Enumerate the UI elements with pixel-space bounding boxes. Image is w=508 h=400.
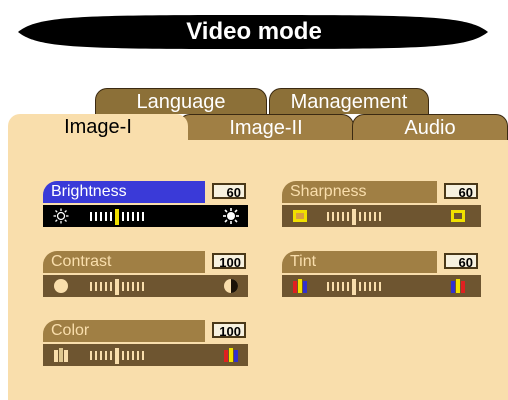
color-header: Color	[43, 320, 205, 342]
brightness-label: Brightness	[51, 183, 127, 200]
tab-language[interactable]: Language	[95, 88, 267, 114]
contrast-slider[interactable]	[43, 275, 248, 297]
contrast-track	[90, 279, 144, 295]
contrast-value: 100	[212, 253, 246, 270]
brightness-header: Brightness	[43, 181, 205, 203]
color-slider[interactable]	[43, 344, 248, 366]
tint-right-icon	[451, 279, 465, 293]
slider-cursor[interactable]	[352, 279, 356, 295]
sun-bright-icon	[223, 208, 239, 224]
tab-management-label: Management	[290, 91, 408, 113]
brightness-track	[90, 209, 144, 225]
sharpness-slider[interactable]	[282, 205, 481, 227]
color-high-icon	[224, 348, 238, 362]
color-low-icon	[54, 348, 68, 362]
slider-cursor[interactable]	[352, 209, 356, 225]
tab-audio-label: Audio	[404, 117, 456, 139]
contrast-low-icon	[54, 279, 68, 293]
brightness-slider[interactable]	[43, 205, 248, 227]
slider-cursor[interactable]	[115, 209, 119, 225]
tab-image-i-label: Image-I	[64, 116, 132, 138]
tab-audio[interactable]: Audio	[352, 114, 508, 140]
slider-cursor[interactable]	[115, 279, 119, 295]
contrast-label: Contrast	[51, 253, 112, 270]
tint-left-icon	[293, 279, 307, 293]
sharpness-track	[327, 209, 381, 225]
sun-dim-icon	[53, 208, 69, 224]
tab-management[interactable]: Management	[269, 88, 429, 114]
tab-image-ii[interactable]: Image-II	[178, 114, 354, 140]
tint-track	[327, 279, 381, 295]
contrast-header: Contrast	[43, 251, 205, 273]
tab-image-ii-label: Image-II	[229, 117, 303, 139]
tint-value: 60	[444, 253, 478, 270]
sharpness-label: Sharpness	[290, 183, 367, 200]
sharpness-low-icon	[293, 210, 307, 222]
brightness-value: 60	[212, 183, 246, 200]
tint-label: Tint	[290, 253, 317, 270]
sharpness-header: Sharpness	[282, 181, 437, 203]
color-value: 100	[212, 322, 246, 339]
sharpness-value: 60	[444, 183, 478, 200]
sharpness-high-icon	[451, 210, 465, 222]
slider-cursor[interactable]	[115, 348, 119, 364]
page-title: Video mode	[186, 18, 322, 45]
tint-slider[interactable]	[282, 275, 481, 297]
tint-header: Tint	[282, 251, 437, 273]
color-track	[90, 348, 144, 364]
contrast-high-icon	[224, 279, 238, 293]
tab-language-label: Language	[136, 91, 226, 113]
color-label: Color	[51, 322, 90, 339]
